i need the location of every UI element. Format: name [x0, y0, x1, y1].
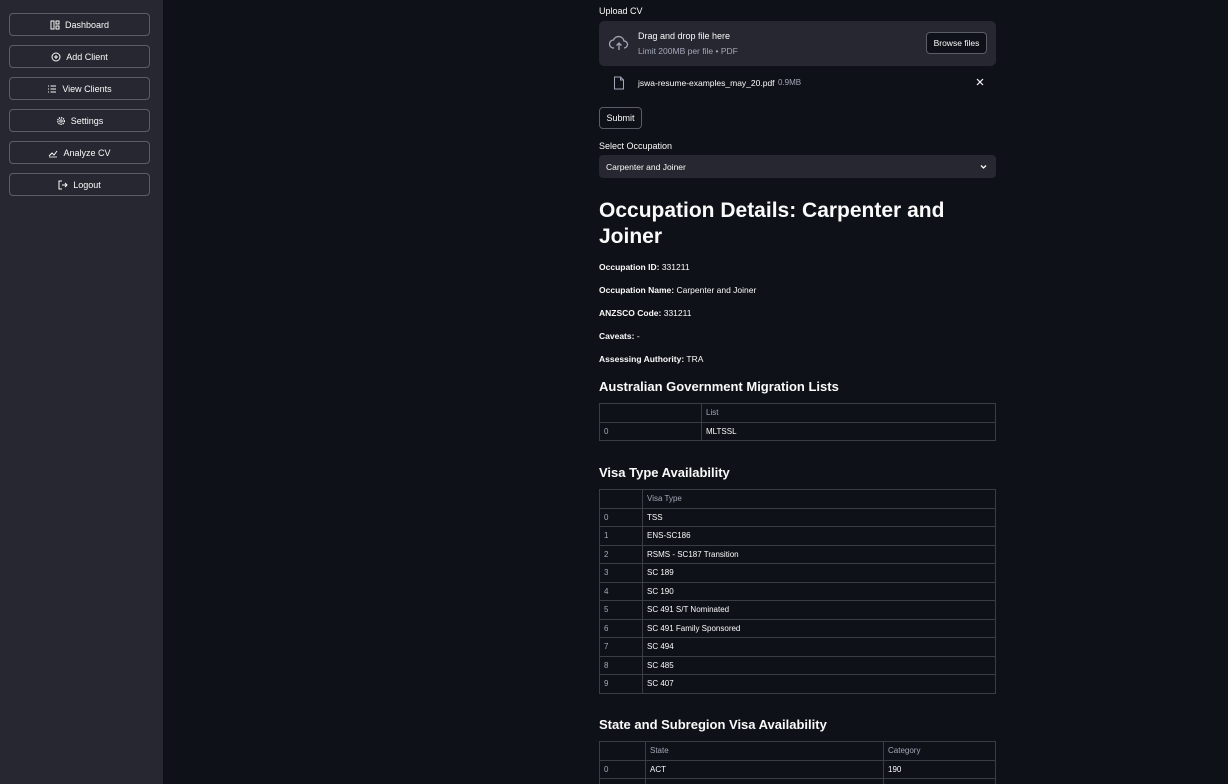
migration-lists-table: List 0 MLTSSL	[599, 403, 996, 441]
table-header: State	[645, 741, 884, 761]
table-cell: SC 407	[642, 674, 996, 694]
table-index-cell: 1	[599, 526, 643, 546]
upload-label: Upload CV	[599, 6, 643, 16]
file-icon	[613, 76, 625, 90]
table-cell: RSMS - SC187 Transition	[642, 544, 996, 564]
table-index-cell	[599, 778, 646, 784]
table-cell: 190	[883, 759, 996, 779]
table-index-cell: 8	[599, 655, 643, 675]
dropzone-limit-text: Limit 200MB per file • PDF	[638, 46, 738, 56]
chevron-down-icon	[979, 162, 988, 171]
table-cell: SC 491 Family Sponsored	[642, 618, 996, 638]
table-header	[599, 489, 643, 509]
visa-types-table: Visa Type 0 TSS 1 ENS-SC186 2 RSMS - SC187 …	[599, 489, 996, 694]
close-icon[interactable]	[975, 77, 985, 87]
table-index-cell: 2	[599, 544, 643, 564]
file-name: jswa-resume-examples_may_20.pdf	[638, 78, 775, 88]
table-header: List	[701, 403, 996, 423]
table-row: 5 SC 491 S/T Nominated	[599, 600, 996, 620]
table-cell: SC 491 S/T Nominated	[642, 600, 996, 620]
browse-files-button[interactable]: Browse files	[926, 32, 987, 54]
sidebar-item-analyze-cv[interactable]: Analyze CV	[9, 141, 150, 164]
table-index-cell: 0	[599, 421, 702, 441]
sidebar-item-view-clients[interactable]: View Clients	[9, 77, 150, 100]
table-row: 8 SC 485	[599, 655, 996, 675]
uploaded-file-row: jswa-resume-examples_may_20.pdf 0.9MB	[599, 72, 996, 94]
table-row: 3 SC 189	[599, 563, 996, 583]
table-header: Visa Type	[642, 489, 996, 509]
submit-button[interactable]: Submit	[599, 107, 642, 129]
visa-types-heading: Visa Type Availability	[599, 465, 730, 480]
sidebar-item-label: Settings	[70, 115, 104, 126]
table-cell: ACT	[645, 759, 884, 779]
table-row: 9 SC 407	[599, 674, 996, 694]
table-cell: SC 189	[642, 563, 996, 583]
table-header	[599, 741, 646, 761]
table-cell: SC 485	[642, 655, 996, 675]
table-cell: MLTSSL	[701, 421, 996, 441]
table-index-cell: 6	[599, 618, 643, 638]
table-cell: SC 190	[642, 581, 996, 601]
table-row: 7 SC 494	[599, 637, 996, 657]
dropzone-title: Drag and drop file here	[638, 31, 731, 41]
file-dropzone[interactable]: Drag and drop file here Limit 200MB per …	[599, 21, 996, 66]
sidebar-item-label: Analyze CV	[63, 147, 111, 158]
state-visa-heading: State and Subregion Visa Availability	[599, 717, 827, 732]
table-row: 0 ACT 190	[599, 759, 996, 779]
sidebar: Dashboard Add Client View Clients Settin…	[0, 0, 163, 784]
table-index-cell: 9	[599, 674, 643, 694]
logout-icon	[58, 180, 68, 190]
list-icon	[47, 84, 57, 94]
gear-icon	[56, 116, 66, 126]
detail-occupation-name: Occupation Name: Carpenter and Joiner	[599, 285, 757, 295]
sidebar-item-settings[interactable]: Settings	[9, 109, 150, 132]
table-cell	[883, 778, 996, 784]
detail-assessing-authority: Assessing Authority: TRA	[599, 354, 704, 364]
table-index-cell: 7	[599, 637, 643, 657]
table-index-cell: 4	[599, 581, 643, 601]
table-row: 0 TSS	[599, 507, 996, 527]
table-cell: SC 494	[642, 637, 996, 657]
table-index-cell: 0	[599, 759, 646, 779]
occupation-select-value: Carpenter and Joiner	[606, 162, 686, 172]
table-index-cell: 5	[599, 600, 643, 620]
migration-lists-heading: Australian Government Migration Lists	[599, 379, 839, 394]
sidebar-item-dashboard[interactable]: Dashboard	[9, 13, 150, 36]
table-cell	[645, 778, 884, 784]
sidebar-item-label: Add Client	[66, 51, 108, 62]
detail-occupation-id: Occupation ID: 331211	[599, 262, 690, 272]
table-index-cell: 0	[599, 507, 643, 527]
table-row: 4 SC 190	[599, 581, 996, 601]
table-index-cell: 3	[599, 563, 643, 583]
table-row	[599, 778, 996, 784]
table-header-row: Visa Type	[599, 489, 996, 509]
file-size: 0.9MB	[778, 78, 802, 87]
cloud-upload-icon	[608, 34, 629, 52]
select-occupation-label: Select Occupation	[599, 141, 673, 151]
table-row: 6 SC 491 Family Sponsored	[599, 618, 996, 638]
sidebar-item-label: Logout	[73, 179, 101, 190]
sidebar-item-label: Dashboard	[64, 19, 110, 30]
analytics-icon	[48, 148, 58, 158]
occupation-select[interactable]: Carpenter and Joiner	[599, 155, 996, 178]
detail-anzsco-code: ANZSCO Code: 331211	[599, 308, 692, 318]
table-row: 2 RSMS - SC187 Transition	[599, 544, 996, 564]
table-cell: ENS-SC186	[642, 526, 996, 546]
detail-caveats: Caveats: -	[599, 331, 640, 341]
sidebar-item-label: View Clients	[62, 83, 112, 94]
add-circle-icon	[51, 52, 61, 62]
table-row: 1 ENS-SC186	[599, 526, 996, 546]
table-header	[599, 403, 702, 423]
table-row: 0 MLTSSL	[599, 421, 996, 441]
sidebar-item-logout[interactable]: Logout	[9, 173, 150, 196]
state-visa-table: State Category 0 ACT 190	[599, 741, 996, 784]
table-header: Category	[883, 741, 996, 761]
table-header-row: List	[599, 403, 996, 423]
sidebar-item-add-client[interactable]: Add Client	[9, 45, 150, 68]
table-header-row: State Category	[599, 741, 996, 761]
dashboard-icon	[50, 20, 60, 30]
occupation-details-title: Occupation Details: Carpenter and Joiner	[599, 199, 945, 248]
table-cell: TSS	[642, 507, 996, 527]
